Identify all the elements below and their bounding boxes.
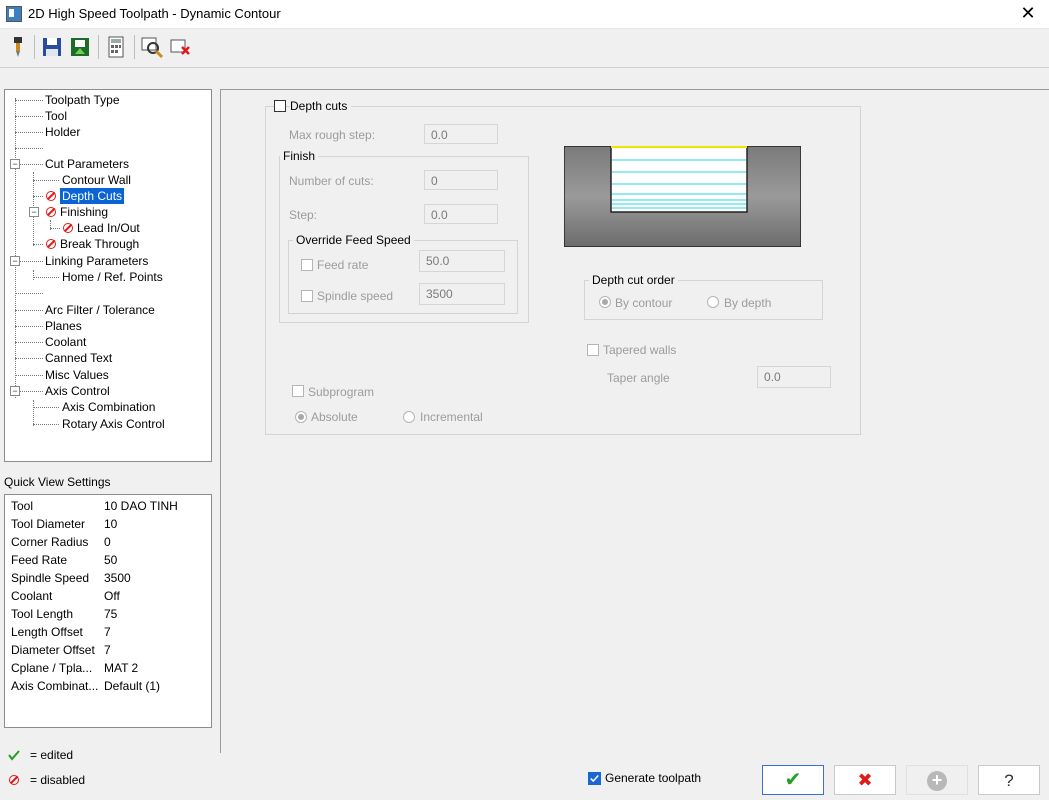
generate-toolpath-checkbox[interactable] xyxy=(588,772,601,785)
collapse-icon[interactable]: − xyxy=(10,159,20,169)
feed-rate-input[interactable]: 50.0 xyxy=(419,250,505,272)
legend-edited: = edited xyxy=(30,748,74,762)
feed-rate-label: Feed rate xyxy=(317,258,369,272)
spindle-speed-label: Spindle speed xyxy=(317,289,394,303)
add-button[interactable]: + xyxy=(906,765,968,795)
number-of-cuts-label: Number of cuts: xyxy=(289,174,374,188)
depth-cuts-checkbox[interactable] xyxy=(274,100,286,112)
disabled-icon xyxy=(46,207,56,217)
max-rough-step-input[interactable]: 0.0 xyxy=(424,124,498,144)
close-button[interactable]: ✕ xyxy=(1017,2,1039,24)
override-feed-speed-title: Override Feed Speed xyxy=(293,233,414,247)
collapse-icon[interactable]: − xyxy=(10,386,20,396)
add-icon: + xyxy=(927,771,947,791)
list-item: Diameter Offset 7 xyxy=(11,643,111,657)
incremental-label: Incremental xyxy=(420,410,483,424)
quick-view-title: Quick View Settings xyxy=(4,475,111,489)
save-icon[interactable] xyxy=(40,35,64,59)
collapse-icon[interactable]: − xyxy=(29,207,39,217)
window-title: 2D High Speed Toolpath - Dynamic Contour xyxy=(28,6,281,21)
disabled-icon xyxy=(46,239,56,249)
taper-angle-label: Taper angle xyxy=(607,371,670,385)
help-button[interactable]: ? xyxy=(978,765,1040,795)
legend-disabled: = disabled xyxy=(30,773,86,787)
depth-cuts-preview xyxy=(564,146,801,247)
by-depth-label: By depth xyxy=(724,296,772,310)
by-contour-label: By contour xyxy=(615,296,673,310)
tapered-walls-label: Tapered walls xyxy=(603,343,677,357)
cancel-icon: ✖ xyxy=(857,770,873,790)
check-icon xyxy=(590,775,599,783)
inspect-icon[interactable] xyxy=(140,35,164,59)
max-rough-step-label: Max rough step: xyxy=(289,128,376,142)
list-item: Tool Length 75 xyxy=(11,607,118,621)
depth-cuts-label: Depth cuts xyxy=(290,99,352,113)
list-item: Tool Diameter 10 xyxy=(11,517,118,531)
calculator-icon[interactable] xyxy=(104,35,128,59)
list-item: Coolant Off xyxy=(11,589,120,603)
disabled-icon xyxy=(46,191,56,201)
step-label: Step: xyxy=(289,208,318,222)
list-item: Spindle Speed 3500 xyxy=(11,571,131,585)
check-icon xyxy=(8,750,20,761)
spindle-speed-input[interactable]: 3500 xyxy=(419,283,505,305)
list-item: Feed Rate 50 xyxy=(11,553,118,567)
taper-angle-input[interactable]: 0.0 xyxy=(757,366,831,388)
list-item: Length Offset 7 xyxy=(11,625,111,639)
incremental-radio[interactable] xyxy=(403,411,415,423)
by-contour-radio[interactable] xyxy=(599,296,611,308)
quick-view-list: Tool 10 DAO TINH Tool Diameter 10 Corner R… xyxy=(4,494,212,728)
step-input[interactable]: 0.0 xyxy=(424,204,498,224)
load-icon[interactable] xyxy=(68,35,92,59)
by-depth-radio[interactable] xyxy=(707,296,719,308)
title-bar: 2D High Speed Toolpath - Dynamic Contour… xyxy=(0,0,1049,29)
app-icon xyxy=(6,6,22,22)
list-item: Axis Combinat... Default (1) xyxy=(11,679,161,693)
depth-cuts-panel: Depth cuts Max rough step: 0.0 Finish Nu… xyxy=(220,89,1049,753)
feed-rate-checkbox[interactable] xyxy=(301,259,313,271)
disabled-icon xyxy=(9,775,19,785)
remove-icon[interactable] xyxy=(168,35,192,59)
list-item: Cplane / Tpla... MAT 2 xyxy=(11,661,139,675)
collapse-icon[interactable]: − xyxy=(10,256,20,266)
disabled-icon xyxy=(63,223,73,233)
parameter-tree[interactable]: Toolpath Type Tool Holder − Cut Paramete… xyxy=(4,89,212,462)
ok-button[interactable]: ✔ xyxy=(762,765,824,795)
absolute-radio[interactable] xyxy=(295,411,307,423)
list-item: Tool 10 DAO TINH xyxy=(11,499,178,513)
number-of-cuts-input[interactable]: 0 xyxy=(424,170,498,190)
ok-icon: ✔ xyxy=(784,769,802,791)
spindle-speed-checkbox[interactable] xyxy=(301,290,313,302)
list-item: Corner Radius 0 xyxy=(11,535,111,549)
help-icon: ? xyxy=(1004,771,1014,790)
subprogram-label: Subprogram xyxy=(308,385,375,399)
generate-toolpath-label: Generate toolpath xyxy=(605,771,702,785)
cancel-button[interactable]: ✖ xyxy=(834,765,896,795)
tapered-walls-checkbox[interactable] xyxy=(587,344,599,356)
depth-cut-order-title: Depth cut order xyxy=(589,273,678,287)
toolbar xyxy=(0,29,1049,68)
toolpath-icon[interactable] xyxy=(6,35,30,59)
finish-title: Finish xyxy=(280,149,319,163)
absolute-label: Absolute xyxy=(311,410,358,424)
subprogram-checkbox[interactable] xyxy=(292,385,304,397)
